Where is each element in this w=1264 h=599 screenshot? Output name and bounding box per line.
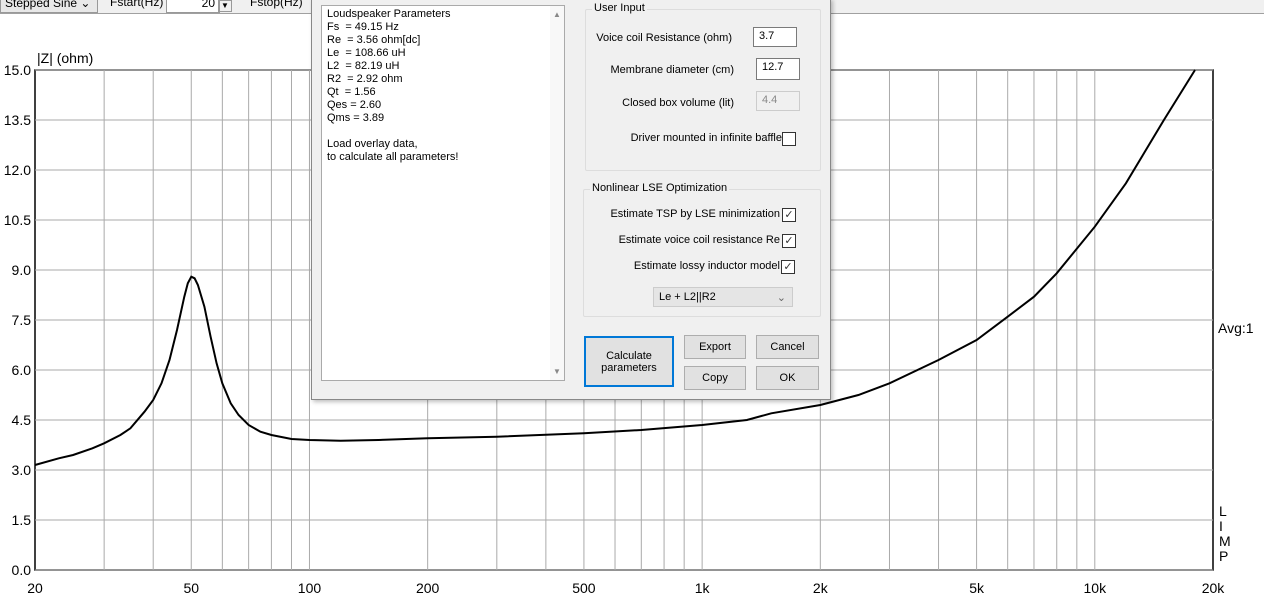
estimate-re-checkbox[interactable]: ✓ [782,234,796,248]
fstart-label: Fstart(Hz) [110,0,164,9]
inductor-model-value: Le + L2||R2 [659,291,716,303]
results-memo[interactable]: Loudspeaker Parameters Fs = 49.15 Hz Re = … [321,5,565,381]
infinite-baffle-label: Driver mounted in infinite baffle [630,132,782,144]
estimate-lossy-label: Estimate lossy inductor model [633,260,780,272]
estimate-lossy-checkbox[interactable]: ✓ [781,260,795,274]
infinite-baffle-checkbox[interactable] [782,132,796,146]
side-label-letter: M [1219,533,1231,549]
memo-line: Le = 108.66 uH [327,47,406,59]
cancel-button[interactable]: Cancel [756,335,819,359]
estimate-tsp-label: Estimate TSP by LSE minimization [610,208,780,220]
y-tick-label: 15.0 [4,62,31,78]
memo-line: Qes = 2.60 [327,99,382,111]
user-input-group: User Input Voice coil Resistance (ohm) 3… [585,2,821,171]
y-tick-label: 1.5 [12,512,32,528]
voice-coil-input[interactable]: 3.7 [753,27,797,47]
fstop-label: Fstop(Hz) [250,0,303,9]
memo-line: Re = 3.56 ohm[dc] [327,34,421,46]
y-tick-label: 4.5 [12,412,32,428]
box-volume-input: 4.4 [756,91,800,111]
x-tick-label: 200 [416,580,440,596]
loudspeaker-parameters-dialog: Loudspeaker Parameters Fs = 49.15 Hz Re = … [311,0,831,400]
y-tick-label: 12.0 [4,162,31,178]
memo-line: Qms = 3.89 [327,112,385,124]
lse-title: Nonlinear LSE Optimization [590,182,730,194]
memo-line: Loudspeaker Parameters [327,8,451,20]
inductor-model-select[interactable]: Le + L2||R2 ⌄ [653,287,793,307]
export-button[interactable]: Export [684,335,746,359]
calculate-parameters-button[interactable]: Calculate parameters [584,336,674,387]
memo-line: L2 = 82.19 uH [327,60,400,72]
chevron-down-icon: ⌄ [776,292,786,304]
mode-value: Stepped Sine [5,0,78,10]
x-tick-label: 2k [813,580,829,596]
memo-line: Fs = 49.15 Hz [327,21,399,33]
box-volume-label: Closed box volume (lit) [622,97,734,109]
side-label-letter: P [1219,548,1228,564]
membrane-diameter-input[interactable]: 12.7 [756,58,800,80]
memo-scrollbar[interactable]: ▲ ▼ [550,6,564,380]
y-tick-label: 6.0 [12,362,32,378]
y-axis-label: |Z| (ohm) [37,50,93,66]
y-tick-label: 9.0 [12,262,32,278]
fstart-input[interactable]: 20 [166,0,220,13]
side-label-letter: L [1219,503,1227,519]
x-tick-label: 500 [572,580,596,596]
copy-button[interactable]: Copy [684,366,746,390]
memo-line: to calculate all parameters! [327,151,459,163]
estimate-tsp-checkbox[interactable]: ✓ [782,208,796,222]
estimate-re-label: Estimate voice coil resistance Re [618,234,780,246]
x-tick-label: 1k [695,580,711,596]
voice-coil-label: Voice coil Resistance (ohm) [596,32,732,44]
x-tick-label: 20k [1202,580,1226,596]
mode-select[interactable]: Stepped Sine ⌄ [0,0,98,13]
y-tick-label: 0.0 [12,562,32,578]
fstart-spin-down[interactable]: ▼ [218,0,232,12]
x-tick-label: 10k [1084,580,1108,596]
y-tick-label: 10.5 [4,212,31,228]
y-tick-label: 13.5 [4,112,31,128]
x-tick-label: 100 [298,580,322,596]
side-label-letter: I [1219,518,1223,534]
y-tick-label: 7.5 [12,312,32,328]
results-text: Loudspeaker Parameters Fs = 49.15 Hz Re = … [327,8,559,164]
membrane-diameter-label: Membrane diameter (cm) [610,64,734,76]
x-tick-label: 50 [183,580,199,596]
user-input-title: User Input [592,2,647,14]
x-tick-label: 20 [27,580,43,596]
memo-line: R2 = 2.92 ohm [327,73,403,85]
memo-line [327,125,559,138]
memo-line: Load overlay data, [327,138,418,150]
memo-line: Qt = 1.56 [327,86,376,98]
y-tick-label: 3.0 [12,462,32,478]
avg-label: Avg:1 [1218,320,1254,336]
ok-button[interactable]: OK [756,366,819,390]
x-tick-label: 5k [969,580,985,596]
